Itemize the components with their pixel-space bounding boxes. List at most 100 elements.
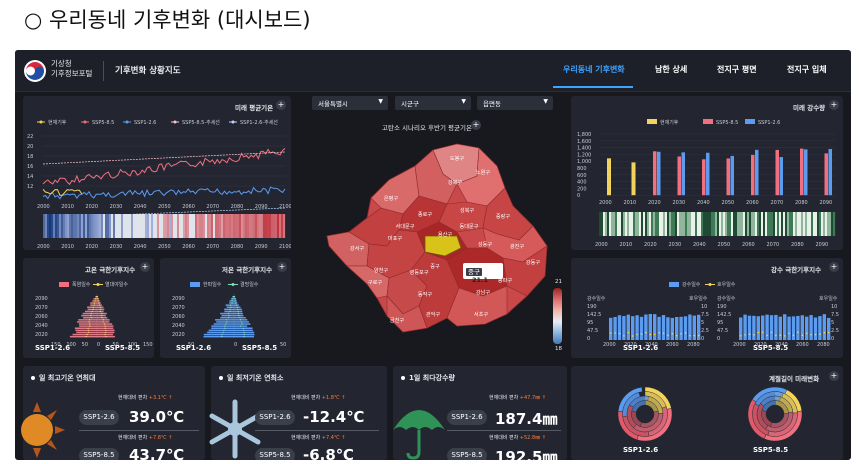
dong-select[interactable]: 읍면동 ▼ (477, 96, 553, 110)
bar-left (87, 308, 97, 311)
point-right (101, 312, 103, 315)
cold-extreme-add-button[interactable]: + (277, 262, 287, 272)
district-label: 서초구 (474, 310, 489, 318)
bar (818, 316, 822, 340)
precip-stripe (811, 212, 814, 236)
warming-stripe (127, 214, 130, 238)
divider (447, 430, 561, 431)
precip-stripe (737, 212, 740, 236)
nav-local-climate[interactable]: 우리동네 기후변화 (563, 64, 625, 75)
precip-stripe (715, 212, 718, 236)
x-tick: 2000 (599, 200, 612, 206)
point-left (230, 306, 232, 308)
point (814, 333, 817, 336)
point-left (87, 327, 89, 329)
point-right (234, 298, 236, 300)
warming-stripe (267, 214, 270, 238)
district-label: 은평구 (384, 195, 399, 202)
future-precip-panel: 미래 강수량 + 현재기후 SSP5-8.5 SSP1-2.6 1,800 1,600 1… (571, 96, 843, 250)
precip-stripe (757, 212, 760, 236)
point (801, 334, 804, 337)
y-tick-left: 95 (587, 320, 593, 326)
y-tick: 400 (577, 180, 587, 186)
y-tick: 2060 (35, 314, 48, 320)
point-left (229, 308, 231, 310)
warming-stripe (71, 214, 74, 238)
bar-current (607, 158, 611, 196)
precip-stripe (807, 212, 810, 236)
kma-logo (24, 60, 46, 82)
precip-stripe (803, 212, 806, 236)
min-temp-panel: 일 최저기온 연최소 현재대비 편차 +1.8℃ ↑ SSP1-2.6 -12.… (209, 366, 387, 460)
point (645, 331, 647, 334)
nav-global-flat[interactable]: 전지구 평면 (717, 64, 757, 75)
warming-stripe (229, 214, 232, 238)
warming-stripe (185, 214, 188, 238)
bar-ssp126 (706, 152, 710, 196)
point-right (98, 302, 100, 304)
warming-stripe (183, 214, 186, 238)
bar (778, 316, 782, 340)
stripe-tick: 2020 (85, 244, 98, 250)
point-left (229, 304, 232, 306)
point-left (231, 302, 233, 304)
precip-stripe (781, 212, 784, 236)
bar (613, 316, 617, 340)
y-tick-right: 0 (831, 336, 834, 342)
stripe-tick: 2000 (37, 244, 50, 250)
point (689, 334, 691, 337)
max-precip-scenario-1: SSP1-2.6 (447, 410, 487, 425)
point-right (97, 298, 99, 300)
x-tick: 50 (82, 342, 88, 348)
point-left (85, 335, 87, 338)
precip-stripe (717, 212, 720, 236)
nav-south-korea[interactable]: 남한 상세 (655, 64, 687, 75)
precip-stripe (739, 212, 742, 236)
map-add-button[interactable]: + (471, 120, 481, 130)
precip-stripe (761, 212, 764, 236)
future-precip-add-button[interactable]: + (829, 100, 839, 110)
bar-left (72, 333, 97, 336)
precip-stripe (729, 212, 732, 236)
max-temp-caption-1: 현재대비 편차 +3.1℃ ↑ (118, 395, 173, 401)
region-select[interactable]: 서울특별시 ▼ (312, 96, 388, 110)
max-temp-value-1: 39.0℃ (129, 408, 185, 426)
precip-stripe (607, 212, 610, 236)
district-label: 서대문구 (395, 222, 414, 230)
x-tick: 2060 (182, 204, 195, 210)
point-right (104, 327, 106, 329)
point (823, 331, 826, 334)
map-title: 고탄소 시나리오 후반기 평균기온 (382, 124, 472, 132)
district-select[interactable]: 시군구 ▼ (395, 96, 471, 110)
precip-stripe (663, 212, 666, 236)
nav-global-3d[interactable]: 전지구 입체 (787, 64, 827, 75)
point-right (105, 329, 107, 331)
precip-extreme-add-button[interactable]: + (829, 262, 839, 272)
y-tick-right: 5 (701, 320, 704, 326)
warming-stripe (97, 214, 100, 238)
page-heading: ○ 우리동네 기후변화 (대시보드) (24, 8, 311, 32)
bar (661, 315, 666, 340)
precip-stripe (819, 212, 822, 236)
warming-stripe (141, 214, 144, 238)
point-left (92, 306, 94, 308)
heat-extreme-add-button[interactable]: + (140, 262, 150, 272)
bar-left (224, 308, 234, 311)
point-left (93, 304, 95, 306)
warming-stripe (273, 214, 276, 238)
warming-stripe (143, 214, 146, 238)
left-axis-label: 강수일수 (587, 295, 606, 302)
map-tooltip: 중구 21.1 (463, 263, 503, 284)
future-temp-add-button[interactable]: + (276, 100, 286, 110)
precip-stripe (727, 212, 730, 236)
season-add-button[interactable]: + (829, 371, 839, 381)
point-left (229, 310, 231, 313)
point (810, 333, 812, 336)
point (693, 334, 696, 337)
point-left (89, 323, 91, 325)
precip-stripe (619, 212, 622, 236)
precip-stripes (599, 212, 836, 236)
heat-label-ssp585: SSP5-8.5 (105, 344, 141, 352)
bar (657, 316, 661, 340)
x-tick: 2080 (795, 200, 808, 206)
